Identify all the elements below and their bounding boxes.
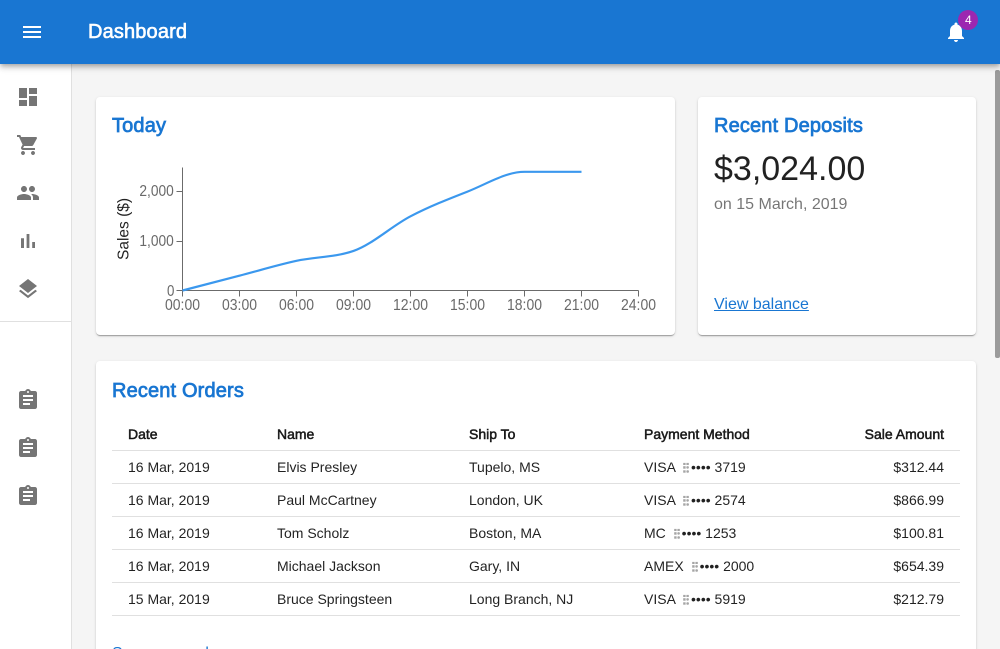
svg-text:12:00: 12:00 — [393, 297, 428, 314]
svg-text:21:00: 21:00 — [564, 297, 599, 314]
svg-text:06:00: 06:00 — [279, 297, 314, 314]
svg-text:15:00: 15:00 — [450, 297, 485, 314]
svg-text:Sales ($): Sales ($) — [116, 198, 133, 260]
svg-text:09:00: 09:00 — [336, 297, 371, 314]
svg-text:24:00: 24:00 — [621, 297, 656, 314]
svg-text:03:00: 03:00 — [222, 297, 257, 314]
svg-text:00:00: 00:00 — [165, 297, 200, 314]
svg-text:18:00: 18:00 — [507, 297, 542, 314]
svg-text:2,000: 2,000 — [139, 183, 173, 200]
svg-text:1,000: 1,000 — [139, 233, 173, 250]
